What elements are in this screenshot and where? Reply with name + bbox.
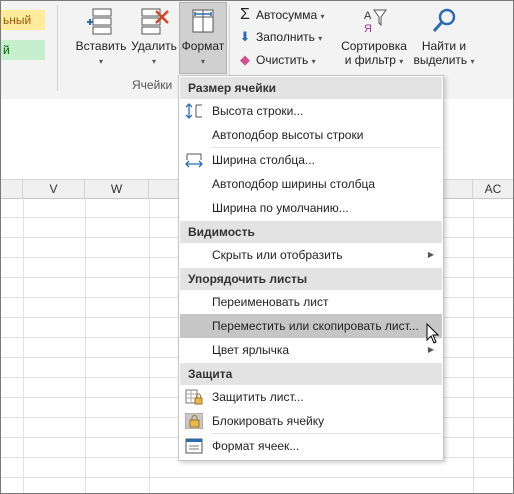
format-cells-label: Формат ячеек... [212,439,300,453]
column-header-x[interactable] [149,180,179,198]
lock-icon [185,413,203,429]
menu-item-default-width[interactable]: Ширина по умолчанию... [180,196,442,220]
insert-cells-icon [87,8,112,35]
chevron-down-icon: ▾ [200,57,205,66]
find-select-button[interactable]: Найти и выделить ▾ [411,3,477,73]
delete-label: Удалить [131,39,177,53]
cells-group-label: Ячейки [132,78,173,92]
sort-filter-button[interactable]: А Я Сортировка и фильтр ▾ [337,3,411,73]
delete-cells-icon [141,8,169,35]
autofit-column-label: Автоподбор ширины столбца [212,177,376,191]
format-cells-icon [192,9,214,33]
hide-show-label: Скрыть или отобразить [212,248,343,262]
menu-item-autofit-row[interactable]: Автоподбор высоты строки [180,123,442,147]
rename-sheet-label: Переименовать лист [212,295,329,309]
find-select-label-2: выделить [413,53,468,67]
insert-button[interactable]: Вставить ▾ [71,3,131,73]
mouse-cursor-icon [426,323,440,344]
menu-item-protect-sheet[interactable]: Защитить лист... [180,385,442,409]
svg-text:Я: Я [364,23,372,35]
clear-button[interactable]: ◆ Очистить ▾ [237,50,316,70]
sigma-icon: Σ [240,6,250,23]
sort-filter-icon: А Я [364,9,387,35]
excel-window: ьный й Вставить ▾ Удалить ▾ Формат ▾ Яче… [0,0,514,494]
chevron-down-icon: ▾ [311,57,316,66]
chevron-down-icon: ▾ [318,34,323,43]
menu-item-row-height[interactable]: Высота строки... [180,99,442,123]
column-width-label: Ширина столбца... [212,153,315,167]
chevron-down-icon: ▾ [98,57,103,66]
format-label: Формат [181,39,225,53]
submenu-arrow-icon: ▶ [427,250,434,259]
fill-label: Заполнить [256,30,315,44]
move-copy-label: Переместить или скопировать лист... [212,319,419,333]
chevron-down-icon: ▾ [470,57,475,66]
column-header-w[interactable]: W [85,180,149,198]
menu-item-format-cells[interactable]: Формат ячеек... [180,434,442,458]
style-good[interactable]: й [1,40,45,60]
menu-item-autofit-column[interactable]: Автоподбор ширины столбца [180,172,442,196]
section-organize-sheets: Упорядочить листы [180,268,442,290]
menu-item-move-copy-sheet[interactable]: Переместить или скопировать лист... [180,314,442,338]
clear-label: Очистить [256,53,309,67]
column-width-icon [185,153,203,168]
magnifier-icon [432,8,456,32]
protect-sheet-label: Защитить лист... [212,390,304,404]
default-width-label: Ширина по умолчанию... [212,201,349,215]
style-neutral[interactable]: ьный [1,10,45,30]
fill-down-icon: ⬇ [239,29,251,44]
format-dropdown-menu: Размер ячейки Высота строки... Автоподбо… [178,75,444,461]
svg-text:А: А [364,10,372,22]
insert-label: Вставить [75,39,127,53]
menu-item-lock-cell[interactable]: Блокировать ячейку [180,409,442,433]
corner-cell[interactable] [1,180,23,198]
find-select-label-1: Найти и [421,39,467,53]
protect-sheet-icon [185,389,203,405]
tab-color-label: Цвет ярлычка [212,343,290,357]
menu-item-tab-color[interactable]: Цвет ярлычка ▶ [180,338,442,362]
column-header-ac[interactable]: AC [473,180,513,198]
autosum-label: Автосумма [256,8,318,22]
row-height-label: Высота строки... [212,104,304,118]
menu-item-column-width[interactable]: Ширина столбца... [180,148,442,172]
eraser-icon: ◆ [240,52,250,67]
autofit-row-label: Автоподбор высоты строки [212,128,364,142]
section-visibility: Видимость [180,221,442,243]
autosum-button[interactable]: Σ Автосумма ▾ [237,5,325,25]
sort-filter-label-2: и фильтр [344,53,396,67]
menu-item-rename-sheet[interactable]: Переименовать лист [180,290,442,314]
delete-button[interactable]: Удалить ▾ [129,3,179,73]
format-button[interactable]: Формат ▾ [179,2,227,74]
column-header-v[interactable]: V [23,180,85,198]
fill-button[interactable]: ⬇ Заполнить ▾ [237,27,323,47]
section-cell-size: Размер ячейки [180,77,442,99]
menu-item-hide-show[interactable]: Скрыть или отобразить ▶ [180,243,442,267]
group-divider [57,5,58,91]
lock-cell-label: Блокировать ячейку [212,414,325,428]
format-cells-dialog-icon [185,438,203,454]
chevron-down-icon: ▾ [151,57,156,66]
chevron-down-icon: ▾ [399,57,404,66]
section-protection: Защита [180,363,442,385]
row-height-icon [185,103,202,119]
chevron-down-icon: ▾ [320,12,325,21]
sort-filter-label-1: Сортировка [341,39,407,53]
